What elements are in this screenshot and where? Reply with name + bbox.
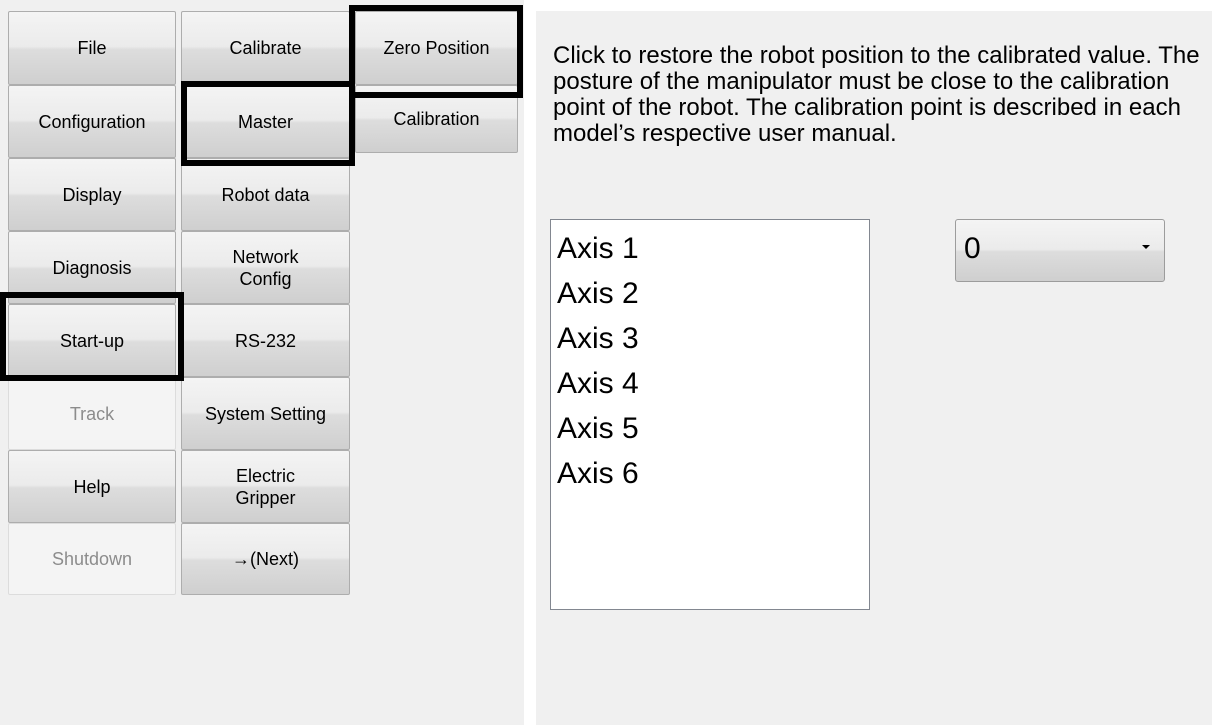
list-item[interactable]: Axis 3 (557, 316, 869, 361)
chevron-down-icon (1142, 245, 1150, 249)
start-up-button[interactable]: Start-up (8, 304, 176, 377)
list-item[interactable]: Axis 4 (557, 361, 869, 406)
network-config-button[interactable]: Network Config (181, 231, 350, 304)
system-setting-button[interactable]: System Setting (181, 377, 350, 450)
value-dropdown[interactable]: 0 (955, 219, 1165, 282)
list-item[interactable]: Axis 2 (557, 271, 869, 316)
calibration-description: Click to restore the robot position to t… (553, 42, 1200, 147)
diagnosis-button[interactable]: Diagnosis (8, 231, 176, 304)
list-item[interactable]: Axis 1 (557, 226, 869, 271)
master-button[interactable]: Master (181, 85, 350, 158)
robot-data-button[interactable]: Robot data (181, 158, 350, 231)
track-button[interactable]: Track (8, 377, 176, 450)
help-button[interactable]: Help (8, 450, 176, 523)
zero-position-button[interactable]: Zero Position (355, 11, 518, 85)
rs-232-button[interactable]: RS-232 (181, 304, 350, 377)
display-button[interactable]: Display (8, 158, 176, 231)
shutdown-button[interactable]: Shutdown (8, 523, 176, 595)
dropdown-value: 0 (964, 232, 981, 265)
list-item[interactable]: Axis 5 (557, 406, 869, 451)
calibrate-button[interactable]: Calibrate (181, 11, 350, 85)
next-button[interactable]: →(Next) (181, 523, 350, 595)
electric-gripper-button[interactable]: Electric Gripper (181, 450, 350, 523)
menu-panel: File Configuration Display Diagnosis Sta… (0, 0, 524, 725)
list-item[interactable]: Axis 6 (557, 451, 869, 496)
calibration-button[interactable]: Calibration (355, 85, 518, 153)
file-button[interactable]: File (8, 11, 176, 85)
configuration-button[interactable]: Configuration (8, 85, 176, 158)
axis-list[interactable]: Axis 1 Axis 2 Axis 3 Axis 4 Axis 5 Axis … (550, 219, 870, 610)
